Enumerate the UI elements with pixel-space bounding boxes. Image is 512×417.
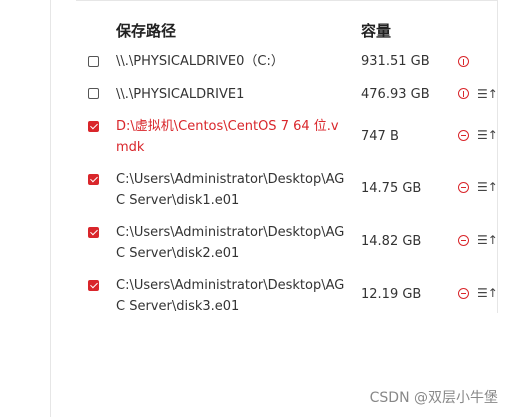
row-checkbox[interactable]	[88, 88, 99, 99]
row-path: C:\Users\Administrator\Desktop\AGC Serve…	[116, 172, 345, 208]
row-path: C:\Users\Administrator\Desktop\AGC Serve…	[116, 225, 345, 261]
row-checkbox[interactable]	[88, 227, 99, 238]
top-divider	[76, 0, 498, 1]
remove-icon[interactable]	[458, 288, 469, 299]
row-path: C:\Users\Administrator\Desktop\AGC Serve…	[116, 278, 345, 314]
row-size: 931.51 GB	[361, 54, 430, 69]
info-icon[interactable]	[458, 88, 469, 99]
info-icon[interactable]	[458, 56, 469, 67]
sort-icon[interactable]: ☰↑	[477, 287, 498, 299]
column-header-size: 容量	[361, 22, 392, 40]
row-path: D:\虚拟机\Centos\CentOS 7 64 位.vmdk	[116, 119, 339, 155]
row-size: 12.19 GB	[361, 287, 422, 302]
column-header-path: 保存路径	[116, 22, 177, 40]
table-row: C:\Users\Administrator\Desktop\AGC Serve…	[0, 273, 500, 319]
table-row: \\.\PHYSICALDRIVE0（C:） 931.51 GB	[0, 50, 500, 74]
row-size: 747 B	[361, 129, 399, 144]
table-row: C:\Users\Administrator\Desktop\AGC Serve…	[0, 220, 500, 266]
row-checkbox[interactable]	[88, 174, 99, 185]
table-row: C:\Users\Administrator\Desktop\AGC Serve…	[0, 167, 500, 213]
watermark: CSDN @双层小牛堡	[369, 390, 498, 406]
row-size: 476.93 GB	[361, 87, 430, 102]
row-checkbox[interactable]	[88, 56, 99, 67]
row-checkbox[interactable]	[88, 121, 99, 132]
sort-icon[interactable]: ☰↑	[477, 88, 498, 100]
sort-icon[interactable]: ☰↑	[477, 129, 498, 141]
row-size: 14.82 GB	[361, 234, 422, 249]
row-checkbox[interactable]	[88, 280, 99, 291]
disk-selection-panel: 保存路径 容量 \\.\PHYSICALDRIVE0（C:） 931.51 GB…	[0, 0, 512, 417]
table-header: 保存路径 容量	[0, 20, 512, 40]
table-row: D:\虚拟机\Centos\CentOS 7 64 位.vmdk 747 B ☰…	[0, 114, 500, 160]
remove-icon[interactable]	[458, 130, 469, 141]
remove-icon[interactable]	[458, 235, 469, 246]
row-size: 14.75 GB	[361, 181, 422, 196]
row-path: \\.\PHYSICALDRIVE0（C:）	[116, 54, 284, 69]
table-row: \\.\PHYSICALDRIVE1 476.93 GB ☰↑	[0, 82, 500, 106]
row-path: \\.\PHYSICALDRIVE1	[116, 87, 245, 102]
sort-icon[interactable]: ☰↑	[477, 181, 498, 193]
sort-icon[interactable]: ☰↑	[477, 234, 498, 246]
remove-icon[interactable]	[458, 182, 469, 193]
